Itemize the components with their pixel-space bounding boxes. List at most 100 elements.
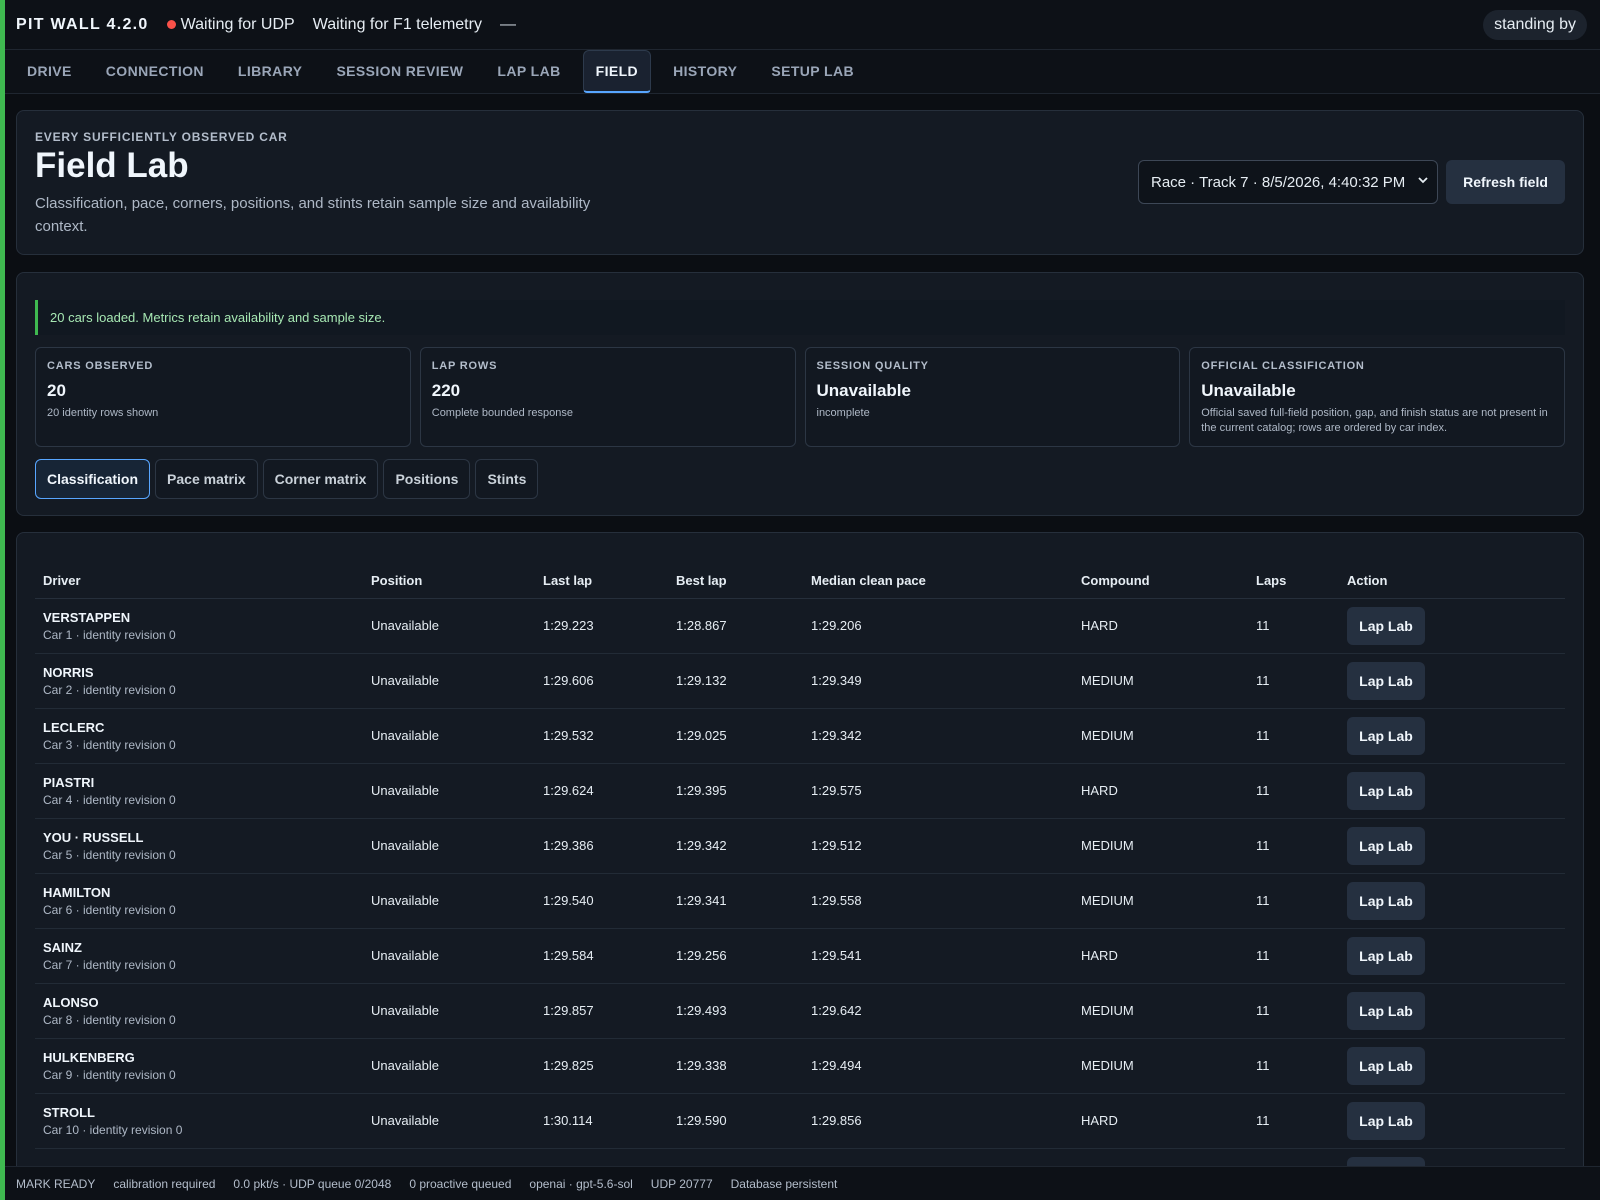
lap-lab-button[interactable]: Lap Lab: [1347, 771, 1425, 810]
laps-cell: 11: [1248, 708, 1339, 764]
position-cell: Unavailable: [363, 818, 535, 874]
last-lap-cell: 1:29.857: [535, 983, 668, 1039]
driver-meta: Car 9 · identity revision 0: [43, 1067, 176, 1082]
lap-lab-button[interactable]: Lap Lab: [1347, 936, 1425, 975]
summary-cards: CARS OBSERVED 20 20 identity rows shown …: [35, 347, 1565, 447]
laps-cell: 11: [1248, 928, 1339, 984]
action-cell: Lap Lab: [1339, 873, 1565, 929]
laps-cell: 11: [1248, 653, 1339, 709]
compound-cell: MEDIUM: [1073, 653, 1248, 709]
action-cell: Lap Lab: [1339, 763, 1565, 819]
last-lap-cell: 1:29.606: [535, 653, 668, 709]
col-compound: Compound: [1073, 563, 1248, 599]
driver-name: NORRIS: [43, 664, 94, 680]
card-label: CARS OBSERVED: [47, 360, 154, 372]
driver-name: HAMILTON: [43, 884, 111, 900]
action-cell: Lap Lab: [1339, 708, 1565, 764]
table-row: ALONSO Car 8 · identity revision 0 Unavail…: [35, 983, 1565, 1039]
lap-lab-button[interactable]: Lap Lab: [1347, 661, 1425, 700]
driver-meta: Car 6 · identity revision 0: [43, 902, 176, 917]
udp-status: Waiting for UDP: [166, 16, 295, 34]
laps-cell: 11: [1248, 818, 1339, 874]
best-lap-cell: 1:29.395: [668, 763, 803, 819]
compound-cell: MEDIUM: [1073, 818, 1248, 874]
telemetry-extra: —: [499, 15, 516, 33]
laps-cell: 11: [1248, 763, 1339, 819]
driver-cell: SAINZ Car 7 · identity revision 0: [35, 928, 363, 984]
last-lap-cell: 1:29.223: [535, 598, 668, 654]
driver-cell: HULKENBERG Car 9 · identity revision 0: [35, 1038, 363, 1094]
best-lap-cell: 1:29.256: [668, 928, 803, 984]
driver-name: PIASTRI: [43, 774, 95, 790]
col-best-lap: Best lap: [668, 563, 803, 599]
driver-meta: Car 1 · identity revision 0: [43, 627, 176, 642]
footer-mark-ready[interactable]: MARK READY: [16, 1177, 95, 1191]
best-lap-cell: 1:29.493: [668, 983, 803, 1039]
action-cell: Lap Lab: [1339, 598, 1565, 654]
best-lap-cell: 1:29.025: [668, 708, 803, 764]
tab-connection[interactable]: CONNECTION: [94, 49, 216, 93]
subtab-stints[interactable]: Stints: [475, 459, 539, 499]
table-row: STROLL Car 10 · identity revision 0 Unavai…: [35, 1093, 1565, 1149]
page-eyebrow: EVERY SUFFICIENTLY OBSERVED CAR: [35, 130, 288, 144]
driver-name: ALONSO: [43, 994, 99, 1010]
refresh-field-button[interactable]: Refresh field: [1446, 160, 1565, 204]
driver-cell: STROLL Car 10 · identity revision 0: [35, 1093, 363, 1149]
compound-cell: HARD: [1073, 1093, 1248, 1149]
compound-cell: MEDIUM: [1073, 708, 1248, 764]
main-nav: DRIVE CONNECTION LIBRARY SESSION REVIEW …: [5, 50, 1600, 94]
median-pace-cell: 1:29.494: [803, 1038, 1073, 1094]
action-cell: Lap Lab: [1339, 928, 1565, 984]
tab-session-review[interactable]: SESSION REVIEW: [324, 49, 475, 93]
tab-history[interactable]: HISTORY: [661, 49, 749, 93]
tab-setup-lab[interactable]: SETUP LAB: [759, 49, 866, 93]
driver-meta: Car 4 · identity revision 0: [43, 792, 176, 807]
best-lap-cell: 1:28.867: [668, 598, 803, 654]
subtab-positions[interactable]: Positions: [383, 459, 471, 499]
last-lap-cell: 1:29.532: [535, 708, 668, 764]
subtab-classification[interactable]: Classification: [35, 459, 151, 499]
lap-lab-button[interactable]: Lap Lab: [1347, 881, 1425, 920]
lap-lab-button[interactable]: Lap Lab: [1347, 1101, 1425, 1140]
table-row: HULKENBERG Car 9 · identity revision 0 Una…: [35, 1038, 1565, 1094]
median-pace-cell: 1:29.558: [803, 873, 1073, 929]
footer-proactive: 0 proactive queued: [409, 1176, 512, 1191]
median-pace-cell: 1:29.512: [803, 818, 1073, 874]
classification-table: Driver Position Last lap Best lap Median…: [35, 563, 1565, 1182]
session-select[interactable]: Race · Track 7 · 8/5/2026, 4:40:32 PM: [1138, 160, 1438, 204]
lap-lab-button[interactable]: Lap Lab: [1347, 606, 1425, 645]
driver-cell: VERSTAPPEN Car 1 · identity revision 0: [35, 598, 363, 654]
subtab-corner-matrix[interactable]: Corner matrix: [262, 459, 379, 499]
subtab-pace-matrix[interactable]: Pace matrix: [155, 459, 258, 499]
last-lap-cell: 1:29.584: [535, 928, 668, 984]
page-title: Field Lab: [35, 146, 189, 185]
footer-udp-port: UDP 20777: [650, 1176, 713, 1191]
best-lap-cell: 1:29.341: [668, 873, 803, 929]
lap-lab-button[interactable]: Lap Lab: [1347, 1046, 1425, 1085]
page-subtitle: Classification, pace, corners, positions…: [35, 195, 591, 235]
lap-lab-button[interactable]: Lap Lab: [1347, 991, 1425, 1030]
position-cell: Unavailable: [363, 1093, 535, 1149]
footer-database: Database persistent: [730, 1176, 838, 1191]
driver-name: SAINZ: [43, 939, 82, 955]
lap-lab-button[interactable]: Lap Lab: [1347, 716, 1425, 755]
card-cars-observed: CARS OBSERVED 20 20 identity rows shown: [35, 347, 411, 447]
tab-drive[interactable]: DRIVE: [15, 49, 84, 93]
tab-lap-lab[interactable]: LAP LAB: [485, 49, 572, 93]
best-lap-cell: 1:29.338: [668, 1038, 803, 1094]
card-value: Unavailable: [1201, 381, 1296, 400]
top-bar: PIT WALL 4.2.0 Waiting for UDP Waiting f…: [5, 0, 1600, 50]
last-lap-cell: 1:29.624: [535, 763, 668, 819]
laps-cell: 11: [1248, 598, 1339, 654]
table-row: VERSTAPPEN Car 1 · identity revision 0 Una…: [35, 598, 1565, 654]
card-label: SESSION QUALITY: [816, 360, 929, 372]
lap-lab-button[interactable]: Lap Lab: [1347, 826, 1425, 865]
compound-cell: MEDIUM: [1073, 983, 1248, 1039]
card-official-classification: OFFICIAL CLASSIFICATION Unavailable Offi…: [1189, 347, 1565, 447]
driver-meta: Car 5 · identity revision 0: [43, 847, 176, 862]
laps-cell: 11: [1248, 1093, 1339, 1149]
tab-field[interactable]: FIELD: [582, 50, 652, 93]
card-note: 20 identity rows shown: [47, 407, 159, 419]
position-cell: Unavailable: [363, 653, 535, 709]
tab-library[interactable]: LIBRARY: [226, 49, 315, 93]
